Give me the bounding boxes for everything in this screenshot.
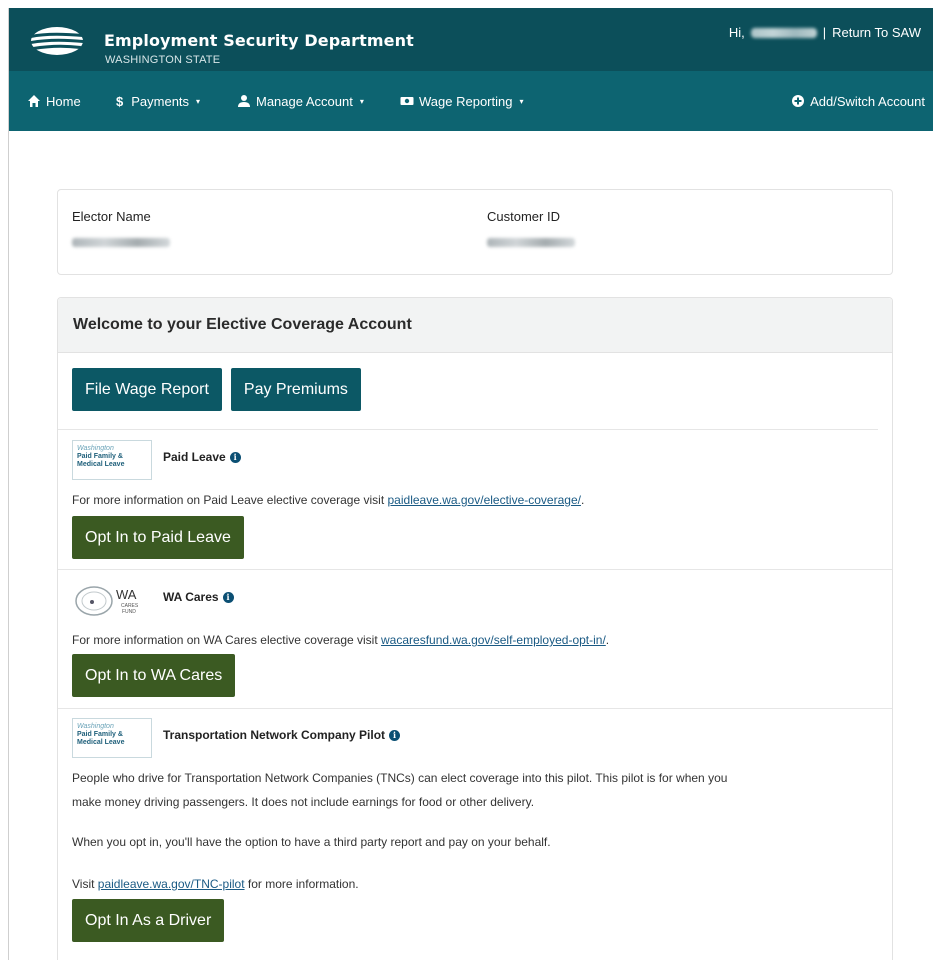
user-icon bbox=[238, 95, 250, 107]
paid-leave-section: Washington Paid Family & Medical Leave P… bbox=[58, 430, 892, 570]
nav-payments-label: Payments bbox=[131, 93, 190, 109]
money-icon bbox=[400, 97, 414, 105]
tnc-visit-text: Visit paidleave.wa.gov/TNC-pilot for mor… bbox=[72, 877, 359, 891]
user-area: Hi, | Return To SAW bbox=[729, 25, 921, 40]
action-buttons: File Wage Report Pay Premiums bbox=[58, 353, 878, 430]
file-wage-report-button[interactable]: File Wage Report bbox=[72, 368, 222, 411]
wa-cares-text-end: . bbox=[605, 633, 610, 647]
logo-text: Washington bbox=[77, 445, 114, 452]
wa-cares-fund-logo: WA CARES FUND bbox=[75, 586, 139, 616]
pay-premiums-button[interactable]: Pay Premiums bbox=[230, 368, 361, 411]
elector-name-label: Elector Name bbox=[72, 209, 151, 224]
esd-logo-icon bbox=[31, 27, 83, 55]
logo-text: Medical Leave bbox=[77, 739, 125, 746]
home-icon bbox=[28, 95, 40, 107]
logo-text: Paid Family & bbox=[77, 731, 123, 738]
info-icon[interactable]: i bbox=[222, 591, 234, 603]
nav-payments[interactable]: $ Payments ▾ bbox=[116, 94, 200, 109]
info-icon[interactable]: i bbox=[229, 451, 241, 463]
tnc-para2: When you opt in, you'll have the option … bbox=[72, 835, 551, 849]
customer-id-value-redacted bbox=[487, 238, 575, 247]
main-nav: Home $ Payments ▾ Manage Account ▾ Wage … bbox=[9, 71, 933, 131]
nav-manage-account[interactable]: Manage Account ▾ bbox=[237, 94, 364, 109]
svg-text:WA: WA bbox=[116, 587, 137, 602]
top-header: Employment Security Department WASHINGTO… bbox=[9, 8, 933, 71]
paid-family-medical-leave-logo: Washington Paid Family & Medical Leave bbox=[72, 718, 152, 758]
wa-cares-description: For more information on WA Cares electiv… bbox=[72, 633, 609, 647]
paid-leave-title-text: Paid Leave bbox=[163, 450, 226, 464]
greeting: Hi, bbox=[728, 25, 745, 40]
tnc-pilot-link[interactable]: paidleave.wa.gov/TNC-pilot bbox=[98, 877, 245, 891]
org-subtitle: WASHINGTON STATE bbox=[105, 54, 221, 66]
nav-add-switch-account[interactable]: Add/Switch Account bbox=[791, 94, 925, 109]
tnc-pilot-section: Washington Paid Family & Medical Leave T… bbox=[58, 709, 892, 960]
org-name: Employment Security Department bbox=[104, 31, 414, 50]
app-frame: Employment Security Department WASHINGTO… bbox=[8, 8, 933, 960]
nav-manage-account-label: Manage Account bbox=[256, 93, 353, 109]
dollar-icon: $ bbox=[116, 93, 124, 109]
wa-cares-text: For more information on WA Cares electiv… bbox=[72, 633, 382, 647]
wa-cares-section: WA CARES FUND WA Cares i For more inform… bbox=[58, 570, 892, 709]
return-to-saw-link[interactable]: Return To SAW bbox=[832, 25, 921, 40]
chevron-down-icon: ▾ bbox=[519, 96, 524, 106]
elector-name-value-redacted bbox=[72, 238, 170, 247]
nav-wage-reporting[interactable]: Wage Reporting ▾ bbox=[400, 94, 523, 109]
main-content: Elector Name Customer ID Welcome to your… bbox=[9, 131, 933, 960]
nav-wage-reporting-label: Wage Reporting bbox=[419, 93, 513, 109]
plus-circle-icon bbox=[792, 95, 805, 107]
header-separator: | bbox=[822, 25, 827, 40]
tnc-visit-suffix: for more information. bbox=[244, 877, 359, 891]
paid-leave-text-end: . bbox=[580, 493, 585, 507]
welcome-heading: Welcome to your Elective Coverage Accoun… bbox=[58, 298, 892, 353]
customer-id-label: Customer ID bbox=[487, 209, 560, 224]
nav-home[interactable]: Home bbox=[27, 94, 81, 109]
opt-in-as-driver-button[interactable]: Opt In As a Driver bbox=[72, 899, 225, 942]
user-name-redacted bbox=[750, 27, 817, 38]
svg-text:FUND: FUND bbox=[122, 609, 136, 615]
info-icon[interactable]: i bbox=[389, 729, 401, 741]
logo-text: Paid Family & bbox=[77, 453, 123, 460]
elective-coverage-card: Welcome to your Elective Coverage Accoun… bbox=[57, 297, 893, 960]
nav-home-label: Home bbox=[46, 93, 81, 109]
paid-leave-link[interactable]: paidleave.wa.gov/elective-coverage/ bbox=[388, 493, 581, 507]
wa-cares-title: WA Cares i bbox=[163, 590, 234, 604]
opt-in-paid-leave-button[interactable]: Opt In to Paid Leave bbox=[72, 516, 244, 559]
wa-cares-title-text: WA Cares bbox=[163, 590, 219, 604]
paid-family-medical-leave-logo: Washington Paid Family & Medical Leave bbox=[72, 440, 152, 480]
tnc-para1-line2: make money driving passengers. It does n… bbox=[72, 795, 535, 809]
tnc-title: Transportation Network Company Pilot i bbox=[163, 728, 401, 742]
tnc-visit-prefix: Visit bbox=[72, 877, 98, 891]
paid-leave-description: For more information on Paid Leave elect… bbox=[72, 493, 584, 507]
nav-add-switch-label: Add/Switch Account bbox=[810, 93, 925, 109]
chevron-down-icon: ▾ bbox=[359, 96, 364, 106]
tnc-title-text: Transportation Network Company Pilot bbox=[163, 728, 386, 742]
wa-cares-link[interactable]: wacaresfund.wa.gov/self-employed-opt-in/ bbox=[381, 633, 606, 647]
tnc-para1-line1: People who drive for Transportation Netw… bbox=[72, 771, 728, 785]
paid-leave-text: For more information on Paid Leave elect… bbox=[72, 493, 388, 507]
account-info-card: Elector Name Customer ID bbox=[57, 189, 893, 275]
chevron-down-icon: ▾ bbox=[196, 96, 201, 106]
opt-in-wa-cares-button[interactable]: Opt In to WA Cares bbox=[72, 654, 236, 697]
logo-text: Medical Leave bbox=[77, 461, 125, 468]
logo-text: Washington bbox=[77, 723, 114, 730]
paid-leave-title: Paid Leave i bbox=[163, 450, 241, 464]
